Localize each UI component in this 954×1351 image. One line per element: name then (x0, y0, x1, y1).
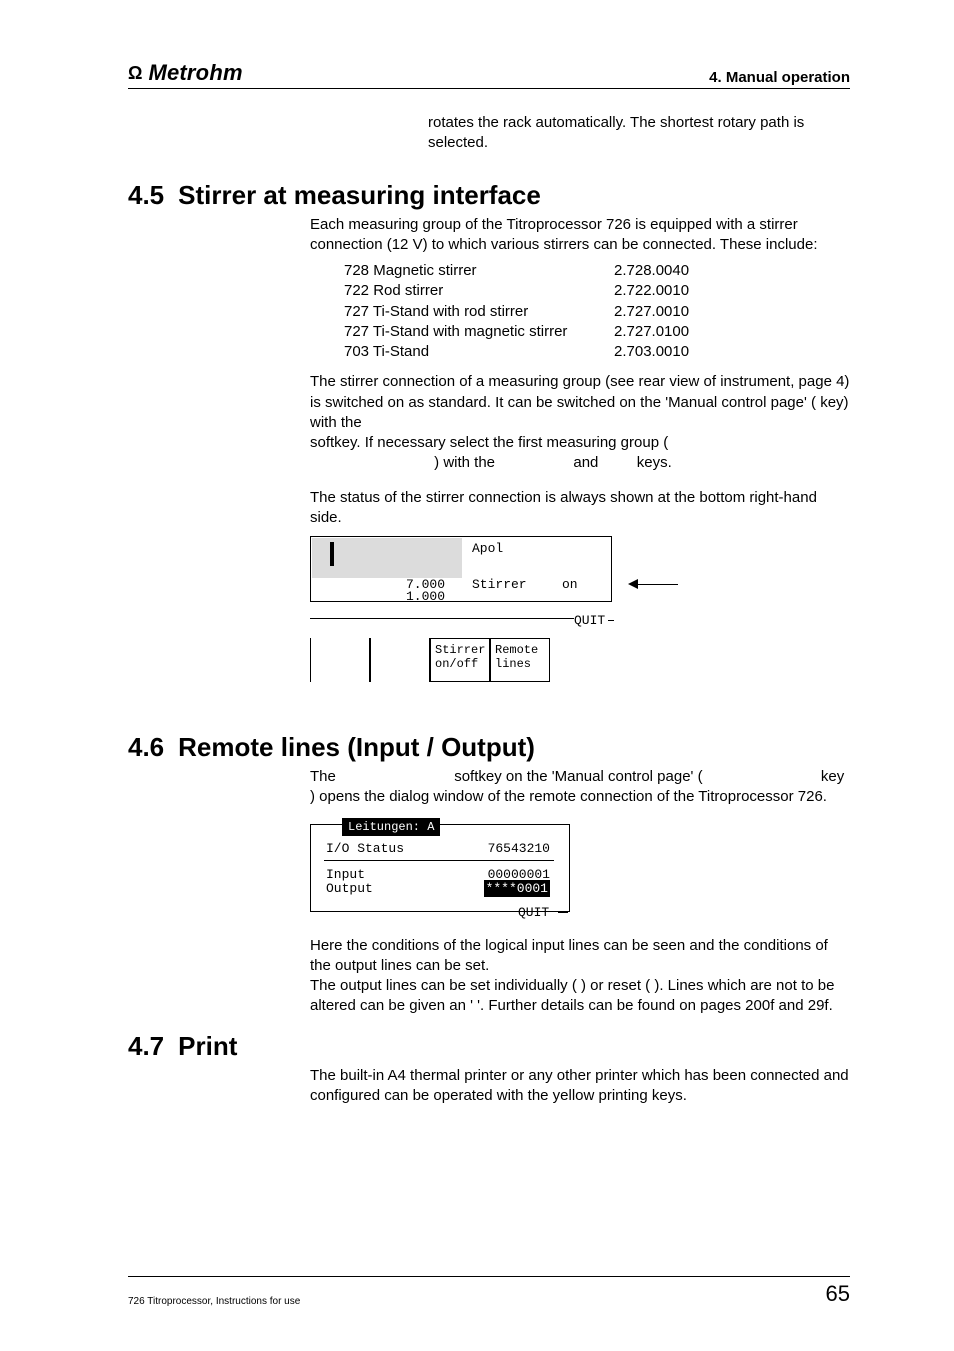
lcd-apol: Apol (472, 540, 503, 558)
section-label: 4. Manual operation (709, 69, 850, 86)
item-part: 2.703.0010 (614, 342, 724, 362)
s46-diagram: Leitungen: A I/O Status 76543210 Input 0… (310, 816, 850, 922)
text: key (821, 768, 844, 785)
softkey-stirrer: Stirrer on/off (430, 638, 490, 682)
page-header: Ω Metrohm 4. Manual operation (128, 60, 850, 89)
output-label: Output (326, 880, 373, 898)
lcd-stirrer-label: Stirrer (472, 576, 527, 594)
s45-p1: Each measuring group of the Titroprocess… (310, 215, 850, 256)
softkey-row: Stirrer on/off Remote lines (310, 638, 550, 682)
text: ) with the (434, 454, 499, 471)
heading-number: 4.6 (128, 732, 164, 763)
output-value: ****0001 (484, 880, 550, 898)
s45-diagram: Apol 7.000 1.000 Stirrer on QUIT Stirrer… (310, 536, 850, 706)
callout-arrow-icon (628, 579, 678, 589)
table-row: 727 Ti-Stand with magnetic stirrer2.727.… (310, 322, 850, 342)
io-label: I/O Status (326, 840, 404, 858)
quit-line (558, 912, 568, 913)
lcd-highlight (312, 538, 462, 578)
cursor-icon (330, 542, 334, 566)
text: softkey. If necessary select the first m… (310, 434, 668, 451)
brand-text: Metrohm (148, 60, 242, 86)
item-part: 2.727.0100 (614, 322, 724, 342)
quit-label: QUIT (518, 904, 549, 922)
s47-p1: The built-in A4 thermal printer or any o… (310, 1066, 850, 1107)
page-footer: 726 Titroprocessor, Instructions for use… (128, 1276, 850, 1307)
s46-p3: The output lines can be set individually… (310, 976, 850, 1017)
text: The (310, 768, 340, 785)
footer-doc-title: 726 Titroprocessor, Instructions for use (128, 1296, 300, 1307)
item-name: 703 Ti-Stand (310, 342, 614, 362)
heading-4-7: 4.7 Print (128, 1031, 850, 1062)
table-row: 703 Ti-Stand2.703.0010 (310, 342, 850, 362)
heading-title: Print (178, 1031, 237, 1062)
item-part: 2.722.0010 (614, 281, 724, 301)
output-row: Output ****0001 (326, 880, 550, 898)
item-part: 2.728.0040 (614, 261, 724, 281)
heading-number: 4.7 (128, 1031, 164, 1062)
item-name: 727 Ti-Stand with magnetic stirrer (310, 322, 614, 342)
s46-p2: Here the conditions of the logical input… (310, 936, 850, 977)
heading-4-6: 4.6 Remote lines (Input / Output) (128, 732, 850, 763)
heading-title: Remote lines (Input / Output) (178, 732, 535, 763)
softkey-blank (310, 638, 370, 682)
text: softkey on the 'Manual control page' ( (454, 768, 702, 785)
io-header-row: I/O Status 76543210 (326, 840, 550, 858)
table-row: 728 Magnetic stirrer2.728.0040 (310, 261, 850, 281)
s45-p2: The stirrer connection of a measuring gr… (310, 372, 850, 473)
lcd-value-1: 1.000 (406, 588, 445, 606)
heading-title: Stirrer at measuring interface (178, 180, 541, 211)
text: and (573, 454, 602, 471)
stirrer-table: 728 Magnetic stirrer2.728.0040 722 Rod s… (310, 261, 850, 362)
heading-number: 4.5 (128, 180, 164, 211)
text: ) opens the dialog window of the remote … (310, 788, 827, 805)
table-row: 727 Ti-Stand with rod stirrer2.727.0010 (310, 302, 850, 322)
quit-label: QUIT (574, 612, 605, 630)
item-name: 727 Ti-Stand with rod stirrer (310, 302, 614, 322)
ohm-icon: Ω (128, 64, 142, 82)
io-columns: 76543210 (488, 840, 550, 858)
divider (310, 618, 574, 619)
softkey-blank (370, 638, 430, 682)
text: . (668, 454, 672, 471)
item-name: 722 Rod stirrer (310, 281, 614, 301)
heading-4-5: 4.5 Stirrer at measuring interface (128, 180, 850, 211)
brand-logo: Ω Metrohm (128, 60, 243, 86)
s45-p4: The status of the stirrer connection is … (310, 488, 850, 529)
item-name: 728 Magnetic stirrer (310, 261, 614, 281)
dialog-title: Leitungen: A (342, 818, 440, 836)
text: The stirrer connection of a measuring gr… (310, 373, 849, 410)
prev-section-continuation: rotates the rack automatically. The shor… (428, 113, 850, 154)
page-number: 65 (826, 1281, 850, 1307)
item-part: 2.727.0010 (614, 302, 724, 322)
text: key (820, 394, 843, 411)
table-row: 722 Rod stirrer2.722.0010 (310, 281, 850, 301)
softkey-remote: Remote lines (490, 638, 550, 682)
divider (324, 860, 554, 861)
text: keys (637, 454, 668, 471)
lcd-stirrer-state: on (562, 576, 578, 594)
quit-line (608, 620, 614, 621)
s46-p1: The softkey on the 'Manual control page'… (310, 767, 850, 808)
